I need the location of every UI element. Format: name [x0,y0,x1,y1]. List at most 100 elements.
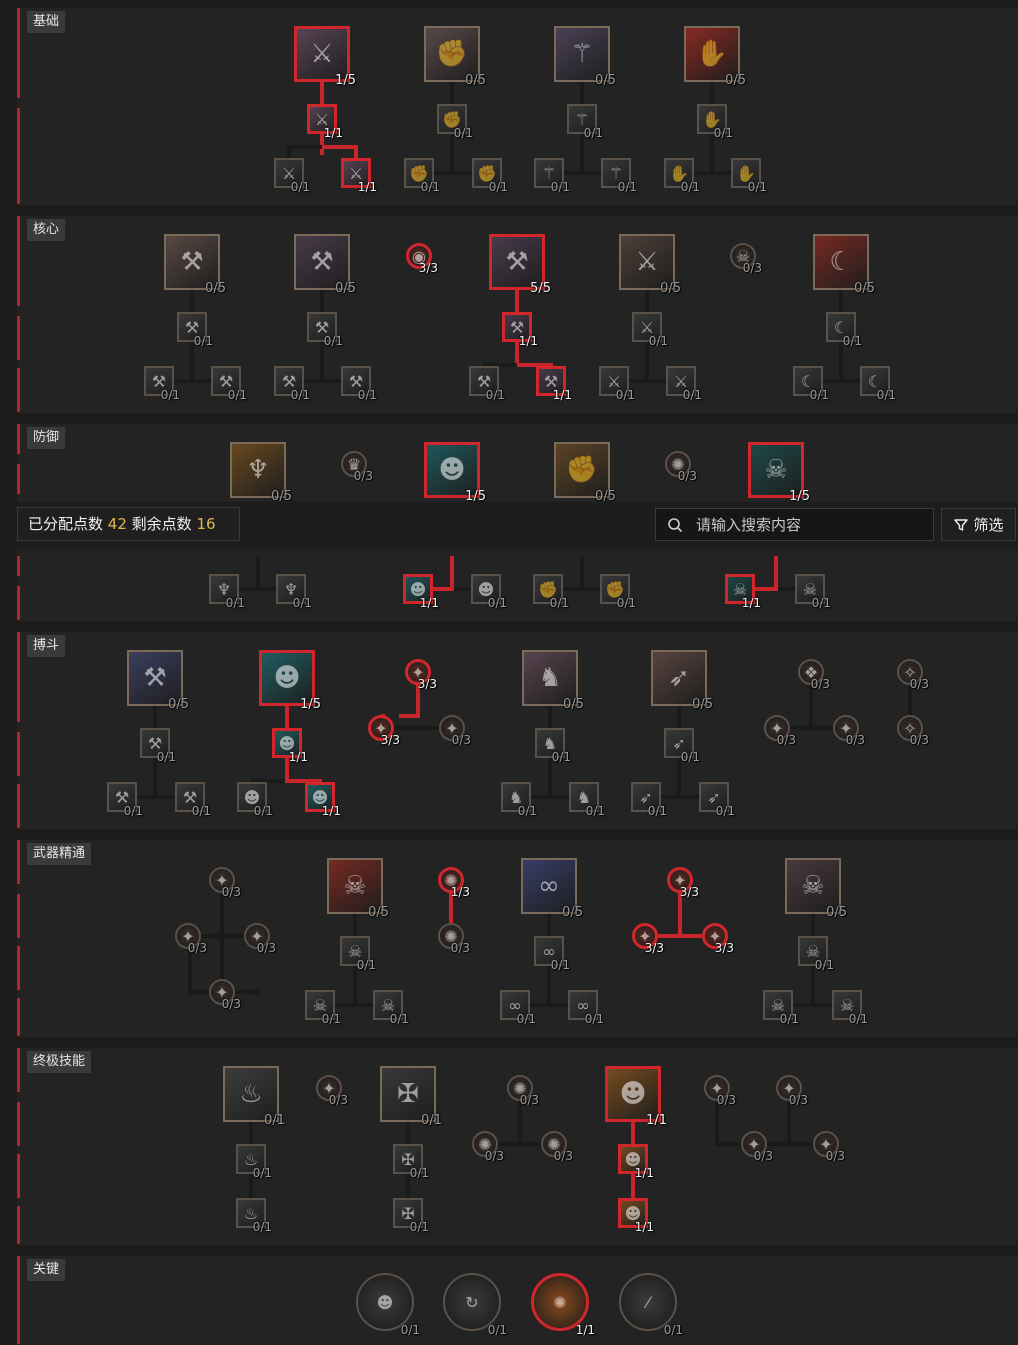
skill-node-up2[interactable]: ✺ 0/3 [507,1075,539,1107]
skill-node-u2[interactable]: ✠ 0/1 [380,1066,442,1128]
skill-node-w1b[interactable]: ☠ 0/1 [305,990,341,1026]
skill-node-d3b[interactable]: ✊ 0/1 [600,574,636,610]
skill-node-c4c[interactable]: ⚔ 0/1 [666,366,702,402]
skill-node-g3a[interactable]: ♞ 0/1 [535,728,571,764]
skill-node-u2b[interactable]: ✠ 0/1 [393,1198,429,1234]
skill-node-wp2[interactable]: ✦ 0/3 [175,923,207,955]
skill-node-gp6[interactable]: ✦ 0/3 [833,715,865,747]
skill-node-g2b[interactable]: ☻ 0/1 [237,782,273,818]
skill-node-wp8[interactable]: ✦ 3/3 [632,923,664,955]
skill-node-c3b[interactable]: ⚒ 0/1 [469,366,505,402]
skill-node-up7[interactable]: ✦ 0/3 [741,1131,773,1163]
skill-node-c4[interactable]: ⚔ 0/5 [619,234,681,296]
skill-node-g1[interactable]: ⚒ 0/5 [127,650,189,712]
skill-node-gp7[interactable]: ✧ 0/3 [897,659,929,691]
skill-node-w3[interactable]: ☠ 0/5 [785,858,847,920]
skill-node-c5c[interactable]: ☾ 0/1 [860,366,896,402]
skill-node-u1b[interactable]: ♨ 0/1 [236,1198,272,1234]
skill-node-c2c[interactable]: ⚒ 0/1 [341,366,377,402]
skill-node-w2a[interactable]: ∞ 0/1 [534,936,570,972]
skill-node-c3a[interactable]: ⚒ 1/1 [502,312,538,348]
skill-node-g4c[interactable]: ➶ 0/1 [699,782,735,818]
skill-node-w2c[interactable]: ∞ 0/1 [568,990,604,1026]
skill-node-wp9[interactable]: ✦ 3/3 [702,923,734,955]
skill-node-b2b[interactable]: ✊ 0/1 [404,158,440,194]
skill-node-b3a[interactable]: ⚚ 0/1 [567,104,603,140]
skill-node-u3a[interactable]: ☻ 1/1 [618,1144,654,1180]
skill-node-d4b[interactable]: ☠ 0/1 [795,574,831,610]
skill-node-d2a[interactable]: ☻ 1/1 [403,574,439,610]
skill-node-b4b[interactable]: ✋ 0/1 [664,158,700,194]
skill-node-b3c[interactable]: ⚚ 0/1 [601,158,637,194]
search-input[interactable] [696,515,916,534]
skill-node-k4[interactable]: ⁄ 0/1 [619,1273,683,1337]
skill-node-d2[interactable]: ☻ 1/5 [424,442,486,504]
skill-node-w2[interactable]: ∞ 0/5 [521,858,583,920]
skill-node-w1c[interactable]: ☠ 0/1 [373,990,409,1026]
skill-node-up5[interactable]: ✦ 0/3 [704,1075,736,1107]
skill-node-c5[interactable]: ☾ 0/5 [813,234,875,296]
skill-node-gp2[interactable]: ✦ 3/3 [368,715,400,747]
skill-node-wp5[interactable]: ✺ 1/3 [438,867,470,899]
skill-node-c2[interactable]: ⚒ 0/5 [294,234,356,296]
skill-node-w1[interactable]: ☠ 0/5 [327,858,389,920]
skill-node-g3c[interactable]: ♞ 0/1 [569,782,605,818]
skill-node-w3b[interactable]: ☠ 0/1 [763,990,799,1026]
skill-node-b1c[interactable]: ⚔ 1/1 [341,158,377,194]
skill-node-c1[interactable]: ⚒ 0/5 [164,234,226,296]
skill-node-wp7[interactable]: ✦ 3/3 [667,867,699,899]
skill-node-b4c[interactable]: ✋ 0/1 [731,158,767,194]
skill-node-g4[interactable]: ➶ 0/5 [651,650,713,712]
skill-node-g2[interactable]: ☻ 1/5 [259,650,321,712]
skill-node-d1b[interactable]: ♆ 0/1 [276,574,312,610]
skill-node-gp4[interactable]: ❖ 0/3 [798,659,830,691]
skill-node-up8[interactable]: ✦ 0/3 [813,1131,845,1163]
skill-node-w2b[interactable]: ∞ 0/1 [500,990,536,1026]
skill-node-b1b[interactable]: ⚔ 0/1 [274,158,310,194]
skill-node-gp1[interactable]: ✦ 3/3 [405,659,437,691]
skill-node-up4[interactable]: ✺ 0/3 [541,1131,573,1163]
skill-node-c5a[interactable]: ☾ 0/1 [826,312,862,348]
skill-node-b1a[interactable]: ⚔ 1/1 [307,104,343,140]
skill-node-g3b[interactable]: ♞ 0/1 [501,782,537,818]
skill-node-u1a[interactable]: ♨ 0/1 [236,1144,272,1180]
skill-node-c1b[interactable]: ⚒ 0/1 [144,366,180,402]
skill-node-u1[interactable]: ♨ 0/1 [223,1066,285,1128]
skill-node-gp3[interactable]: ✦ 0/3 [439,715,471,747]
skill-node-cp2[interactable]: ☠ 0/3 [730,243,762,275]
skill-node-c3[interactable]: ⚒ 5/5 [489,234,551,296]
skill-node-d1a[interactable]: ♆ 0/1 [209,574,245,610]
skill-node-up1[interactable]: ✦ 0/3 [316,1075,348,1107]
skill-node-g4a[interactable]: ➶ 0/1 [664,728,700,764]
skill-node-c1c[interactable]: ⚒ 0/1 [211,366,247,402]
skill-node-wp3[interactable]: ✦ 0/3 [244,923,276,955]
skill-node-c1a[interactable]: ⚒ 0/1 [177,312,213,348]
skill-node-b1[interactable]: ⚔ 1/5 [294,26,356,88]
skill-node-b2c[interactable]: ✊ 0/1 [472,158,508,194]
skill-node-u3[interactable]: ☻ 1/1 [605,1066,667,1128]
skill-node-c3c[interactable]: ⚒ 1/1 [536,366,572,402]
skill-node-k2[interactable]: ↻ 0/1 [443,1273,507,1337]
skill-node-k1[interactable]: ☻ 0/1 [356,1273,420,1337]
skill-node-d1[interactable]: ♆ 0/5 [230,442,292,504]
filter-button[interactable]: 筛选 [941,508,1016,541]
skill-node-w1a[interactable]: ☠ 0/1 [340,936,376,972]
skill-node-d3a[interactable]: ✊ 0/1 [533,574,569,610]
skill-node-b2[interactable]: ✊ 0/5 [424,26,486,88]
skill-node-d2b[interactable]: ☻ 0/1 [471,574,507,610]
skill-node-wp6[interactable]: ✺ 0/3 [438,923,470,955]
skill-node-u3b[interactable]: ☻ 1/1 [618,1198,654,1234]
skill-node-b3b[interactable]: ⚚ 0/1 [534,158,570,194]
skill-node-cp1[interactable]: ◉ 3/3 [406,243,438,275]
skill-node-d3[interactable]: ✊ 0/5 [554,442,616,504]
search-box[interactable] [655,508,934,541]
skill-node-g2c[interactable]: ☻ 1/1 [305,782,341,818]
skill-node-dp1[interactable]: ♛ 0/3 [341,451,373,483]
skill-node-d4[interactable]: ☠ 1/5 [748,442,810,504]
skill-node-up6[interactable]: ✦ 0/3 [776,1075,808,1107]
skill-node-b3[interactable]: ⚚ 0/5 [554,26,616,88]
skill-node-b4a[interactable]: ✋ 0/1 [697,104,733,140]
skill-node-b2a[interactable]: ✊ 0/1 [437,104,473,140]
skill-node-up3[interactable]: ✺ 0/3 [472,1131,504,1163]
skill-node-c4b[interactable]: ⚔ 0/1 [599,366,635,402]
